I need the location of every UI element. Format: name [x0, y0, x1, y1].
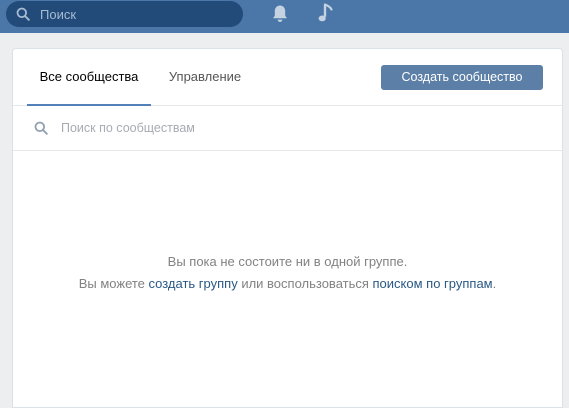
- search-icon: [34, 121, 48, 135]
- communities-panel: Все сообщества Управление Создать сообще…: [12, 48, 563, 408]
- music-icon[interactable]: [317, 3, 335, 24]
- line2-suffix: .: [492, 276, 497, 291]
- tab-all-communities[interactable]: Все сообщества: [27, 49, 151, 106]
- bell-icon[interactable]: [271, 4, 289, 24]
- empty-state-line-2: Вы можете создать группу или воспользова…: [78, 273, 498, 295]
- top-bar: [0, 0, 569, 33]
- top-search-input[interactable]: [34, 1, 234, 27]
- community-search-bar[interactable]: [13, 106, 562, 151]
- tab-management[interactable]: Управление: [165, 49, 245, 106]
- create-community-button[interactable]: Создать сообщество: [381, 65, 543, 90]
- line2-middle: или воспользоваться: [237, 276, 373, 291]
- empty-state-message: Вы пока не состоите ни в одной группе. В…: [13, 251, 562, 295]
- empty-state-line-1: Вы пока не состоите ни в одной группе.: [167, 254, 408, 269]
- tabs-bar: Все сообщества Управление Создать сообще…: [13, 49, 562, 106]
- top-search-box[interactable]: [6, 1, 243, 27]
- search-groups-link[interactable]: поиском по группам: [373, 276, 493, 291]
- community-search-input[interactable]: [55, 106, 535, 150]
- search-icon: [16, 7, 30, 21]
- line2-prefix: Вы можете: [78, 276, 149, 291]
- create-group-link[interactable]: создать группу: [149, 276, 238, 291]
